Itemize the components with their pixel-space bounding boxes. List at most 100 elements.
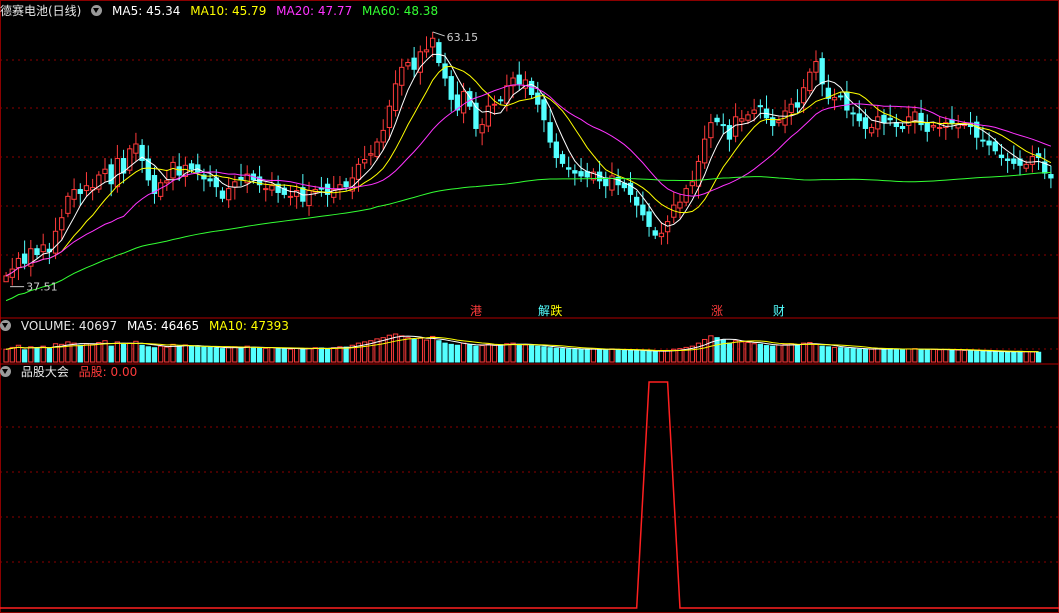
volume-bar <box>621 349 627 363</box>
candlestick <box>399 66 405 86</box>
event-marker: 财 <box>773 304 785 318</box>
candlestick <box>695 160 702 187</box>
volume-bar <box>831 346 838 363</box>
ma10-label: MA10: 45.79 <box>190 4 267 18</box>
candlestick <box>71 189 77 200</box>
candlestick <box>868 126 875 134</box>
candlestick <box>306 190 312 207</box>
candlestick <box>603 177 609 187</box>
candlestick <box>559 154 566 164</box>
indicator-panel-header: 品股大会 品股: 0.00 <box>0 364 143 380</box>
volume-bar <box>578 349 584 363</box>
volume-bar <box>133 340 139 363</box>
candlestick <box>114 158 121 188</box>
candlestick <box>751 109 757 114</box>
volume-bar <box>788 343 794 363</box>
volume-bar <box>250 346 257 363</box>
candlestick <box>720 124 726 127</box>
volume-bar <box>627 349 634 363</box>
volume-bar <box>912 348 918 363</box>
volume-bar <box>479 345 485 363</box>
volume-bar <box>782 343 788 363</box>
candlestick <box>831 96 838 101</box>
volume-bar <box>924 349 930 363</box>
candlestick <box>430 37 436 48</box>
candlestick <box>875 116 881 130</box>
volume-bar <box>776 344 782 363</box>
volume-bar <box>856 348 862 363</box>
candlestick <box>838 95 844 98</box>
volume-bar <box>887 348 893 363</box>
candlestick <box>566 167 572 170</box>
candlestick <box>355 163 362 180</box>
candlestick <box>899 126 906 129</box>
candlestick <box>238 176 244 181</box>
candlestick <box>936 126 943 129</box>
max-price-label: 63.15 <box>447 31 479 44</box>
candlestick <box>59 217 65 231</box>
volume-bar <box>1017 350 1023 363</box>
volume-bar <box>442 342 448 363</box>
volume-bar <box>201 346 207 363</box>
candlestick <box>442 63 448 79</box>
candlestick <box>572 170 578 174</box>
candlestick <box>924 122 930 132</box>
stock-title: 德赛电池(日线) <box>0 4 82 18</box>
candlestick <box>423 49 430 53</box>
event-marker: 解 <box>538 304 550 318</box>
volume-bar <box>510 342 516 363</box>
volume-bar <box>967 350 974 363</box>
volume-label: VOLUME: 40697 <box>20 319 118 333</box>
volume-bar <box>232 346 238 363</box>
candlestick <box>862 117 869 129</box>
candlestick <box>133 143 139 154</box>
candlestick <box>368 153 374 156</box>
volume-bar <box>151 347 158 363</box>
candlestick <box>677 201 683 209</box>
volume-bar <box>108 345 114 363</box>
candlestick <box>15 257 22 269</box>
volume-bar <box>819 345 825 363</box>
vol-ma5-label: MA5: 46465 <box>126 319 200 333</box>
candlestick <box>634 196 640 206</box>
candlestick <box>411 57 417 70</box>
volume-bar <box>157 345 164 363</box>
volume-bar <box>893 348 900 363</box>
candlestick <box>1029 156 1036 165</box>
candlestick <box>547 122 553 143</box>
volume-bar <box>269 347 275 363</box>
candlestick <box>640 204 646 216</box>
candlestick <box>460 91 467 114</box>
candlestick <box>578 171 584 177</box>
dropdown-icon[interactable] <box>0 366 11 377</box>
dropdown-icon[interactable] <box>91 5 103 16</box>
volume-bar <box>535 345 541 363</box>
volume-bar <box>844 347 850 363</box>
volume-bar <box>219 348 226 363</box>
volume-bar <box>516 343 522 363</box>
candlestick <box>776 120 782 124</box>
volume-bar <box>739 341 745 363</box>
candlestick <box>912 111 918 122</box>
candlestick <box>491 103 498 106</box>
candlestick <box>800 87 807 104</box>
candlestick <box>374 141 380 158</box>
stock-chart[interactable]: 63.15 37.51 港 解跌 涨 财 <box>0 0 1059 613</box>
candlestick <box>386 105 393 128</box>
candlestick <box>739 118 745 122</box>
candlestick <box>52 230 59 254</box>
volume-bar <box>127 342 133 363</box>
volume-bar <box>566 348 572 363</box>
volume-bar <box>1023 351 1029 363</box>
candlestick <box>770 117 776 127</box>
volume-bar <box>658 350 665 363</box>
volume-bar <box>998 351 1005 363</box>
volume-bar <box>436 340 442 363</box>
volume-bar <box>1011 351 1017 363</box>
volume-bar <box>164 346 170 363</box>
indicator-name: 品股大会 <box>20 365 69 379</box>
candlestick <box>652 230 658 236</box>
candlestick <box>553 141 559 159</box>
dropdown-icon[interactable] <box>0 320 11 331</box>
candlestick <box>65 195 71 214</box>
